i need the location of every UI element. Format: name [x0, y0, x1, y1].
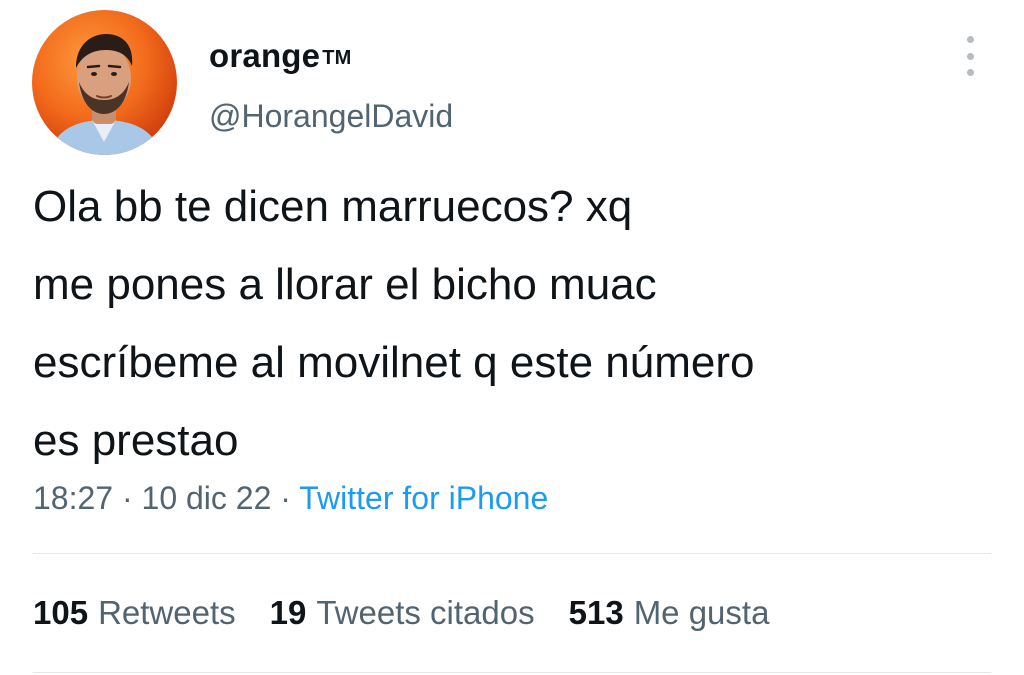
- tweet-stats: 105 Retweets 19 Tweets citados 513 Me gu…: [33, 591, 803, 635]
- quotes-count: 19: [269, 594, 307, 631]
- tweet-meta: 18:27 · 10 dic 22 · Twitter for iPhone: [33, 476, 548, 520]
- divider: [33, 672, 991, 673]
- retweets-stat[interactable]: 105 Retweets: [33, 591, 236, 635]
- meta-separator: ·: [121, 480, 133, 516]
- retweets-count: 105: [33, 594, 89, 631]
- user-handle[interactable]: @HorangelDavid: [209, 96, 453, 136]
- meta-separator: ·: [280, 480, 291, 516]
- display-name[interactable]: orange TM: [209, 36, 453, 78]
- avatar[interactable]: [32, 10, 177, 155]
- divider: [33, 553, 991, 554]
- quotes-stat[interactable]: 19 Tweets citados: [270, 591, 535, 635]
- more-vertical-icon-dot: [966, 69, 974, 76]
- more-vertical-icon: [966, 36, 974, 43]
- retweets-label: Retweets: [98, 594, 236, 631]
- avatar-portrait: [50, 34, 160, 155]
- tweet-card: orange TM @HorangelDavid Ola bb te dicen …: [0, 0, 1024, 675]
- tweet-time[interactable]: 18:27: [33, 480, 113, 516]
- display-name-suffix: TM: [322, 47, 352, 69]
- user-info: orange TM @HorangelDavid: [209, 36, 453, 136]
- likes-stat[interactable]: 513 Me gusta: [569, 591, 770, 635]
- display-name-text: orange: [209, 37, 321, 74]
- likes-count: 513: [568, 594, 624, 631]
- more-options-button[interactable]: [958, 36, 982, 76]
- quotes-label: Tweets citados: [316, 594, 535, 631]
- tweet-source-link[interactable]: Twitter for iPhone: [299, 480, 548, 516]
- tweet-date[interactable]: 10 dic 22: [142, 480, 272, 516]
- tweet-text: Ola bb te dicen marruecos? xq me pones a…: [33, 182, 755, 465]
- likes-label: Me gusta: [633, 594, 770, 631]
- more-vertical-icon-dot: [966, 52, 974, 60]
